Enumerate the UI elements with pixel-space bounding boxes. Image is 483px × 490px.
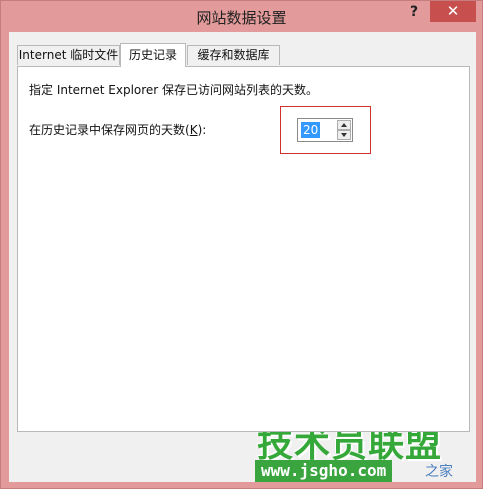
spin-up-arrow-icon[interactable] <box>337 120 351 130</box>
help-button[interactable]: ? <box>399 1 429 25</box>
watermark-url: www.jsgho.com <box>255 460 393 482</box>
days-label-prefix: 在历史记录中保存网页的天数( <box>29 123 190 137</box>
days-spinner[interactable]: 20 <box>297 118 353 142</box>
days-input[interactable]: 20 <box>301 122 321 138</box>
days-to-keep-label: 在历史记录中保存网页的天数(K): <box>29 121 206 138</box>
dialog-window: 网站数据设置 ? ✕ Internet 临时文件 历史记录 缓存和数据库 指定 … <box>0 0 483 489</box>
title-bar[interactable]: 网站数据设置 ? ✕ <box>1 1 482 33</box>
history-tab-panel: 指定 Internet Explorer 保存已访问网站列表的天数。 在历史记录… <box>17 66 470 432</box>
tab-history[interactable]: 历史记录 <box>120 43 186 67</box>
tab-cache-and-databases[interactable]: 缓存和数据库 <box>187 45 280 65</box>
days-label-suffix: ): <box>197 123 207 137</box>
spin-down-arrow-icon[interactable] <box>337 130 351 140</box>
dialog-client-area: Internet 临时文件 历史记录 缓存和数据库 指定 Internet Ex… <box>9 32 476 482</box>
days-label-accelerator: K <box>189 123 198 137</box>
tab-internet-temp-files[interactable]: Internet 临时文件 <box>17 45 120 65</box>
watermark-suffix: 之家 <box>425 464 453 480</box>
close-button[interactable]: ✕ <box>430 1 476 22</box>
history-description: 指定 Internet Explorer 保存已访问网站列表的天数。 <box>29 83 319 97</box>
